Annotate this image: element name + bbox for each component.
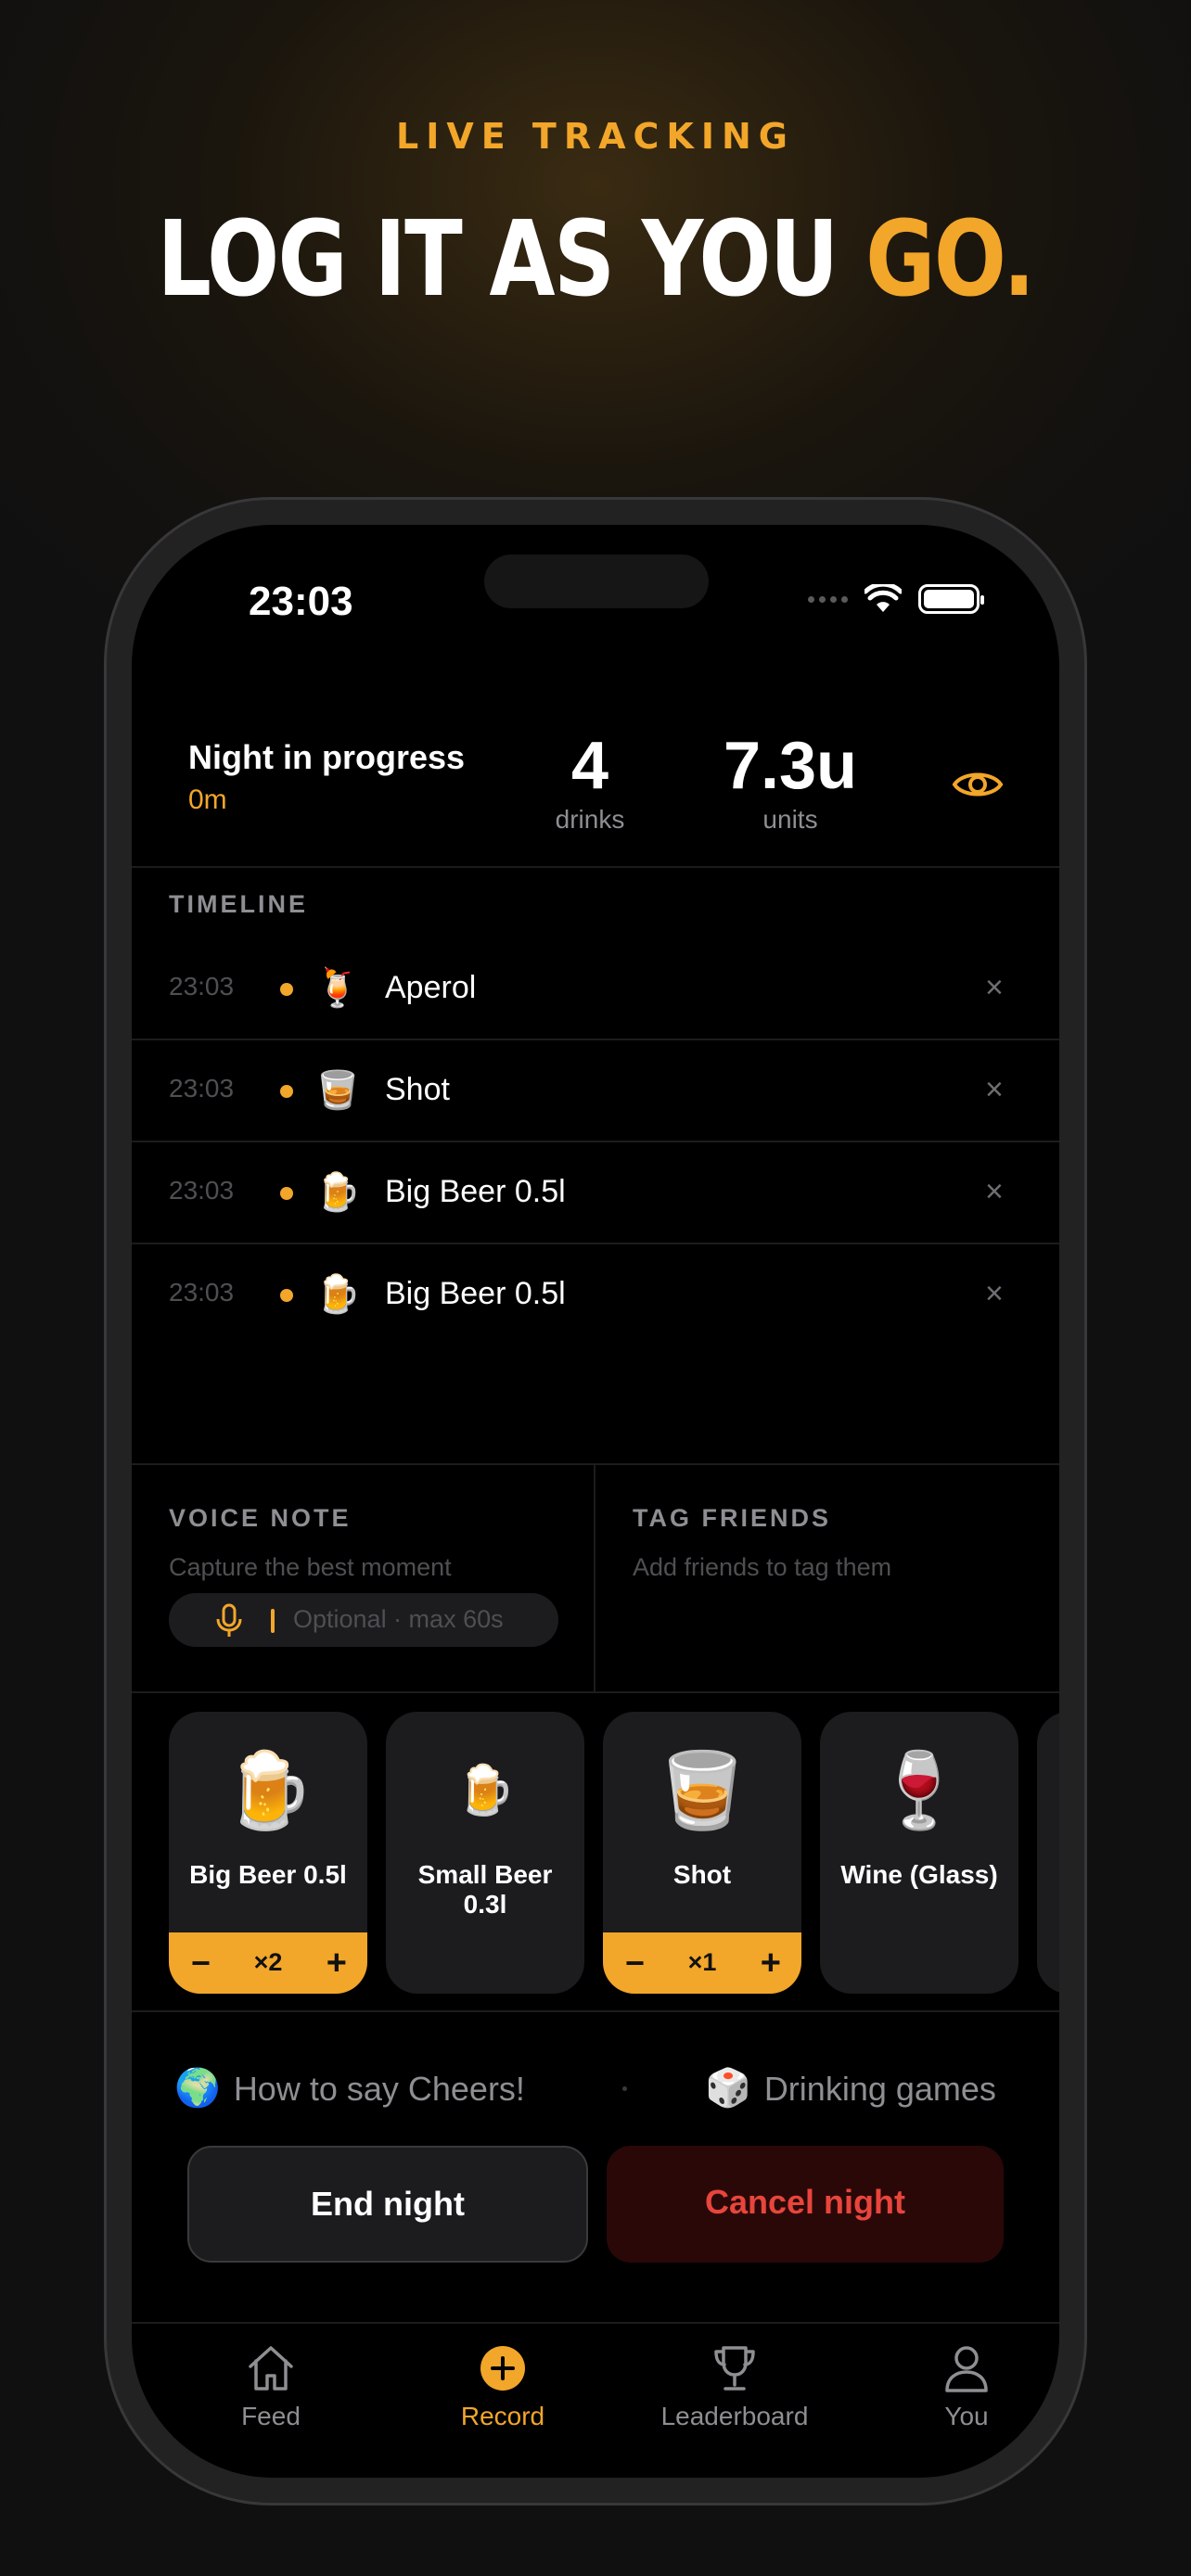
promo-headline: LOG IT AS YOU GO. [108, 199, 1084, 320]
entry-name: Shot [385, 1072, 450, 1107]
increment-button[interactable]: + [761, 1944, 781, 1983]
quantity-stepper: − ×1 + [603, 1932, 801, 1994]
remove-entry-button[interactable]: × [985, 1276, 1004, 1312]
session-summary: Night in progress 0m 4 drinks 7.3u units [132, 710, 1059, 868]
extras-divider [594, 1465, 596, 1693]
timeline-header: TIMELINE [169, 890, 308, 918]
drink-cards-carousel[interactable]: 🍺 Big Beer 0.5l − ×2 + 🍺 Small Beer 0.3l… [132, 1712, 1059, 2009]
phone-screen: 23:03 Night in progress 0m 4 drinks 7.3u… [132, 525, 1059, 2478]
plus-circle-icon [480, 2346, 525, 2391]
tag-friends-subtitle[interactable]: Add friends to tag them [633, 1553, 891, 1582]
extras-section: VOICE NOTE Capture the best moment Optio… [132, 1463, 1059, 1693]
units-label: units [762, 805, 818, 834]
tab-leaderboard[interactable]: Leaderboard [633, 2340, 837, 2431]
entry-dot [280, 983, 293, 996]
beer-mug-icon: 🍺 [455, 1764, 516, 1817]
drink-card-big-beer[interactable]: 🍺 Big Beer 0.5l − ×2 + [169, 1712, 367, 1994]
dynamic-island [484, 555, 709, 608]
drinking-games-label: Drinking games [763, 2070, 996, 2108]
microphone-icon [216, 1603, 242, 1637]
globe-icon: 🌍 [174, 2068, 221, 2109]
wine-glass-icon: 🍷 [873, 1749, 966, 1831]
drink-card-name: Big Beer 0.5l [189, 1860, 347, 1889]
entry-time: 23:03 [169, 1074, 235, 1103]
timeline-list: 23:03 🍹 Aperol × 23:03 🥃 Shot × 23:03 🍺 … [132, 938, 1059, 1346]
entry-time: 23:03 [169, 972, 235, 1001]
drink-card-name: Shot [672, 1860, 732, 1889]
beer-mug-icon: 🍺 [222, 1749, 314, 1831]
tag-friends-header: TAG FRIENDS [633, 1504, 831, 1532]
headline-main: LOG IT AS YOU [157, 199, 866, 320]
timeline-entry: 23:03 🍺 Big Beer 0.5l × [132, 1244, 1059, 1346]
timeline-entry: 23:03 🍹 Aperol × [132, 938, 1059, 1040]
timeline-entry: 23:03 🥃 Shot × [132, 1040, 1059, 1142]
units-stat: 7.3u units [707, 727, 874, 835]
tab-label: Feed [241, 2402, 301, 2430]
drink-card-name: Small Beer 0.3l [417, 1860, 553, 1919]
eye-icon[interactable] [950, 757, 1005, 812]
entry-dot [280, 1187, 293, 1200]
headline-accent: GO. [865, 199, 1035, 320]
cheers-link-label: How to say Cheers! [233, 2070, 525, 2108]
home-icon [249, 2346, 293, 2391]
drink-card-shot[interactable]: 🥃 Shot − ×1 + [603, 1712, 801, 1994]
entry-name: Aperol [385, 970, 477, 1005]
drink-emoji-icon: 🍺 [314, 1172, 361, 1213]
drinks-count: 4 [570, 729, 609, 803]
person-icon [945, 2346, 988, 2392]
voice-note-subtitle: Capture the best moment [169, 1553, 452, 1581]
tab-record[interactable]: Record [401, 2340, 605, 2431]
tumbler-glass-icon: 🥃 [656, 1749, 749, 1831]
tab-feed[interactable]: Feed [169, 2340, 373, 2431]
drink-emoji-icon: 🥃 [314, 1070, 361, 1111]
units-count: 7.3u [723, 729, 858, 803]
tab-label: Leaderboard [660, 2402, 809, 2430]
status-time: 23:03 [249, 579, 353, 624]
wifi-icon [864, 584, 902, 612]
link-separator [622, 2086, 627, 2091]
record-level-bar [271, 1609, 275, 1633]
drink-card-partial[interactable] [1037, 1712, 1059, 1994]
drink-emoji-icon: 🍹 [314, 968, 361, 1009]
drink-emoji-icon: 🍺 [314, 1274, 361, 1315]
battery-icon [918, 584, 984, 614]
tab-you[interactable]: You [864, 2340, 1059, 2431]
timeline-entry: 23:03 🍺 Big Beer 0.5l × [132, 1142, 1059, 1244]
remove-entry-button[interactable]: × [985, 1072, 1004, 1108]
entry-time: 23:03 [169, 1278, 235, 1307]
cancel-night-button[interactable]: Cancel night [607, 2146, 1004, 2263]
drink-card-small-beer[interactable]: 🍺 Small Beer 0.3l [386, 1712, 584, 1994]
entry-dot [280, 1085, 293, 1098]
end-night-button[interactable]: End night [187, 2146, 588, 2263]
session-duration: 0m [188, 784, 227, 815]
dice-icon: 🎲 [705, 2068, 751, 2109]
status-icons [808, 584, 984, 614]
session-title: Night in progress [188, 738, 466, 776]
tab-bar: Feed Record Leaderboard You [132, 2322, 1059, 2478]
quantity-stepper: − ×2 + [169, 1932, 367, 1994]
drinks-stat: 4 drinks [534, 727, 646, 835]
voice-note-header: VOICE NOTE [169, 1504, 352, 1532]
remove-entry-button[interactable]: × [985, 970, 1004, 1006]
entry-name: Big Beer 0.5l [385, 1276, 566, 1311]
drink-card-name: Wine (Glass) [840, 1860, 998, 1889]
drink-card-wine[interactable]: 🍷 Wine (Glass) [820, 1712, 1018, 1994]
drinking-games-link[interactable]: 🎲 Drinking games [705, 2066, 996, 2110]
remove-entry-button[interactable]: × [985, 1174, 1004, 1210]
entry-name: Big Beer 0.5l [385, 1174, 566, 1209]
entry-time: 23:03 [169, 1176, 235, 1205]
drinks-label: drinks [555, 805, 625, 834]
signal-icon [808, 595, 848, 603]
trophy-icon [714, 2346, 755, 2391]
tab-label: You [944, 2402, 989, 2430]
cheers-link[interactable]: 🌍 How to say Cheers! [174, 2066, 525, 2110]
voice-note-hint: Optional · max 60s [293, 1605, 504, 1633]
promo-kicker: LIVE TRACKING [395, 116, 795, 157]
voice-record-button[interactable]: Optional · max 60s [169, 1593, 558, 1647]
tab-label: Record [460, 2402, 545, 2430]
increment-button[interactable]: + [327, 1944, 347, 1983]
helper-links: 🌍 How to say Cheers! 🎲 Drinking games [132, 2010, 1059, 2109]
entry-dot [280, 1289, 293, 1302]
